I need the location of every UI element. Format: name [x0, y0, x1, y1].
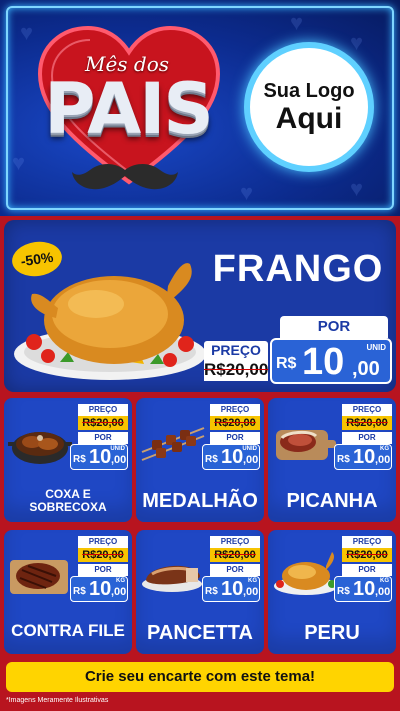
card-product-name: PICANHA: [286, 490, 378, 512]
offers-area: -50% FRANGO POR PREÇO R$20,00 R$ 10 ,00 …: [0, 216, 400, 711]
card-currency: R$: [205, 586, 218, 597]
product-card-picanha: PREÇO R$20,00 POR R$ 10 ,00 KG PICANHA: [268, 398, 396, 522]
hero-new-price: R$ 10 ,00 UNID: [270, 338, 392, 384]
card-new-price: R$ 10 ,00 KG: [202, 576, 260, 602]
card-product-name: PANCETTA: [147, 622, 253, 644]
product-card-pancetta: PREÇO R$20,00 POR R$ 10 ,00 KG PANCETTA: [136, 530, 264, 654]
card-price-decimal: ,00: [111, 586, 127, 598]
pork-belly-icon: [142, 565, 202, 592]
card-price-integer: 10: [221, 446, 244, 468]
card-price-integer: 10: [89, 446, 112, 468]
card-preco-label: PREÇO: [78, 536, 128, 548]
card-old-price: R$20,00: [78, 548, 128, 562]
card-new-price: R$ 10 ,00 UNID: [70, 444, 128, 470]
hero-price-decimal: ,00: [352, 358, 380, 380]
card-old-price: R$20,00: [210, 416, 260, 430]
product-card-peru: PREÇO R$20,00 POR R$ 10 ,00 KG PERU: [268, 530, 396, 654]
card-price-decimal: ,00: [375, 454, 391, 466]
header-banner: ♥ ♥ ♥ ♥ ♥ ♥ Mês dos PAIS Sua Logo Aqui: [0, 0, 400, 216]
card-price-decimal: ,00: [375, 586, 391, 598]
card-product-name: COXA E SOBRECOXA: [29, 487, 107, 515]
card-new-price: R$ 10 ,00 UNID: [202, 444, 260, 470]
card-old-price: R$20,00: [342, 548, 392, 562]
card-new-price: R$ 10 ,00 KG: [70, 576, 128, 602]
steak-board-icon: [276, 430, 336, 460]
card-unit: KG: [116, 578, 125, 584]
card-preco-label: PREÇO: [342, 536, 392, 548]
card-price-decimal: ,00: [243, 586, 259, 598]
product-card-coxa: PREÇO R$20,00 POR R$ 10 ,00 UNID COXA E …: [4, 398, 132, 522]
card-old-price: R$20,00: [78, 416, 128, 430]
card-old-price: R$20,00: [210, 548, 260, 562]
card-old-price: R$20,00: [342, 416, 392, 430]
cta-banner[interactable]: Crie seu encarte com este tema!: [6, 662, 394, 692]
card-price-integer: 10: [353, 578, 376, 600]
card-preco-label: PREÇO: [210, 536, 260, 548]
hero-product-name: FRANGO: [212, 248, 384, 290]
card-currency: R$: [73, 586, 86, 597]
roast-turkey-icon: [274, 552, 338, 595]
grilled-steak-icon: [10, 560, 68, 594]
card-por-label: POR: [342, 432, 392, 444]
card-preco-label: PREÇO: [210, 404, 260, 416]
card-unit: KG: [248, 578, 257, 584]
card-por-label: POR: [342, 564, 392, 576]
hero-unit: UNID: [366, 343, 386, 352]
card-price-integer: 10: [353, 446, 376, 468]
disclaimer-text: *Imagens Meramente Ilustrativas: [6, 697, 109, 704]
card-por-label: POR: [78, 564, 128, 576]
mustache-icon: [72, 164, 178, 190]
card-por-label: POR: [210, 432, 260, 444]
hero-price-integer: 10: [302, 341, 345, 383]
hero-offer: -50% FRANGO POR PREÇO R$20,00 R$ 10 ,00 …: [4, 220, 396, 392]
card-currency: R$: [337, 586, 350, 597]
card-product-name: CONTRA FILE: [11, 621, 125, 640]
card-unit: UNID: [242, 446, 257, 452]
card-por-label: POR: [78, 432, 128, 444]
card-new-price: R$ 10 ,00 KG: [334, 444, 392, 470]
card-product-name: PERU: [304, 622, 360, 644]
card-preco-label: PREÇO: [342, 404, 392, 416]
skewers-icon: [141, 427, 205, 461]
card-new-price: R$ 10 ,00 KG: [334, 576, 392, 602]
card-price-integer: 10: [89, 578, 112, 600]
card-product-name: MEDALHÃO: [142, 490, 258, 512]
card-preco-label: PREÇO: [78, 404, 128, 416]
hero-por-label: POR: [280, 316, 388, 338]
product-card-contra-file: PREÇO R$20,00 POR R$ 10 ,00 KG CONTRA FI…: [4, 530, 132, 654]
hero-preco-label: PREÇO: [204, 341, 268, 359]
hero-currency: R$: [276, 355, 297, 372]
product-card-medalhao: PREÇO R$20,00 POR R$ 10 ,00 UNID MEDALHÃ…: [136, 398, 264, 522]
card-price-integer: 10: [221, 578, 244, 600]
hero-old-price: R$20,00: [204, 359, 269, 381]
card-unit: UNID: [110, 446, 125, 452]
logo-text-line1: Sua Logo: [263, 79, 355, 102]
card-por-label: POR: [210, 564, 260, 576]
card-currency: R$: [337, 454, 350, 465]
card-currency: R$: [73, 454, 86, 465]
title-pais: PAIS: [44, 68, 214, 150]
card-unit: KG: [380, 578, 389, 584]
logo-placeholder: Sua Logo Aqui: [244, 42, 374, 172]
card-price-decimal: ,00: [243, 454, 259, 466]
card-currency: R$: [205, 454, 218, 465]
card-unit: KG: [380, 446, 389, 452]
chicken-thigh-pot-icon: [8, 432, 72, 464]
logo-text-line2: Aqui: [275, 101, 343, 135]
card-price-decimal: ,00: [111, 454, 127, 466]
